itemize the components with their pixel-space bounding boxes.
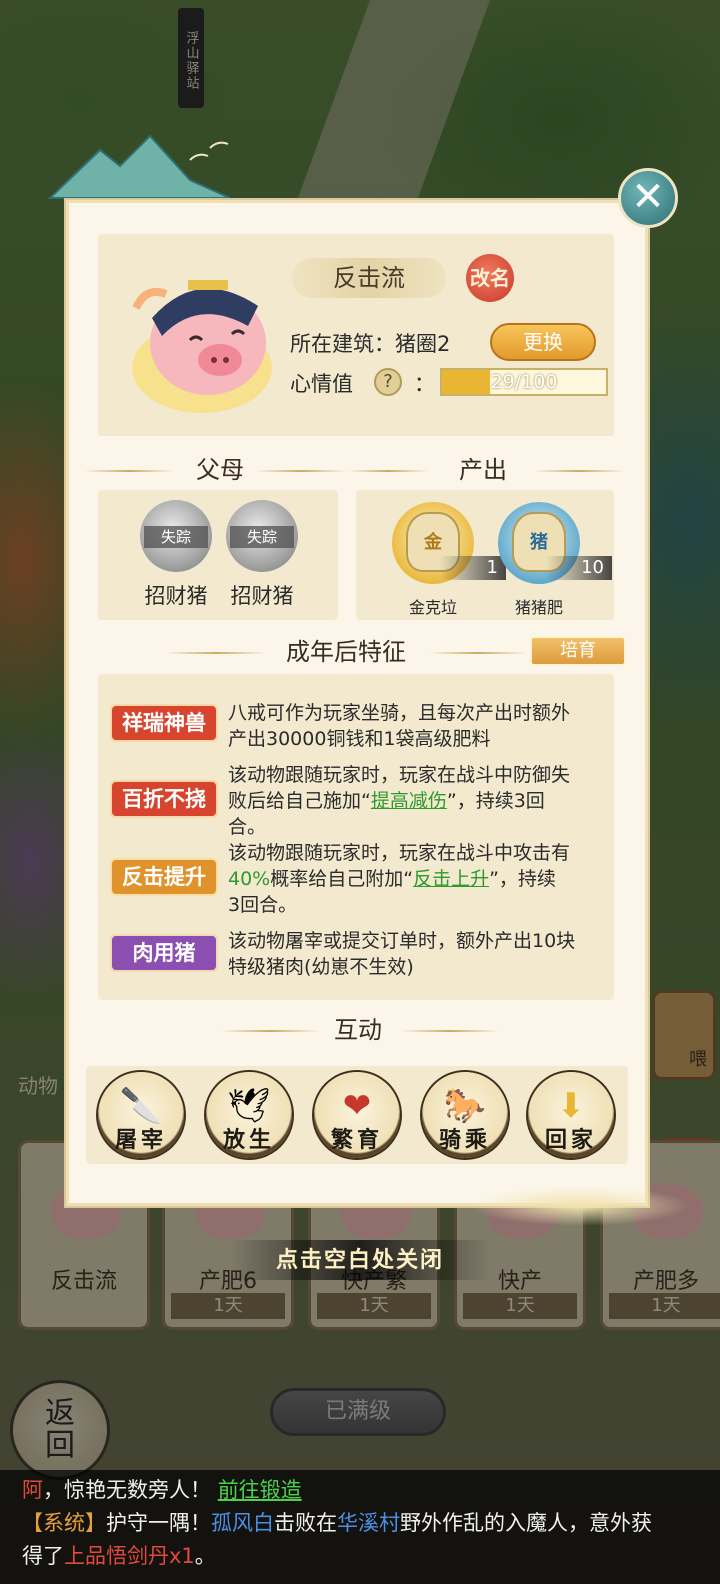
trait-desc-counter: 该动物跟随玩家时，玩家在战斗中攻击有 40%概率给自己附加“反击上升”，持续 3… bbox=[228, 842, 571, 916]
buff-link-damage-reduction[interactable]: 提高减伤 bbox=[371, 790, 447, 812]
mountain-deco-icon bbox=[47, 134, 231, 199]
chat-log[interactable]: 阿，惊艳无数旁人！ 前往锻造 【系统】护守一隅！孤风白击败在华溪村野外作乱的入魔… bbox=[0, 1470, 720, 1584]
trait-badge-auspicious: 祥瑞神兽 bbox=[110, 704, 218, 742]
buff-link-counter-up[interactable]: 反击上升 bbox=[413, 868, 489, 890]
gold-bag-icon: 金 1 bbox=[392, 502, 506, 584]
hearts-icon: ❤ bbox=[342, 1086, 372, 1126]
bird-icon: 🕊 bbox=[227, 1086, 271, 1126]
parent-avatar-icon: 失踪 bbox=[140, 500, 212, 572]
trait-badge-resilient: 百折不挠 bbox=[110, 780, 218, 818]
home-arrow-icon: ⬇ bbox=[556, 1086, 586, 1126]
output-item-fertilizer[interactable]: 猪 10 猪猪肥 bbox=[484, 502, 612, 618]
slaughter-button[interactable]: 🔪 屠宰 bbox=[98, 1072, 184, 1158]
output-qty: 10 bbox=[546, 556, 612, 580]
place-name-link[interactable]: 华溪村 bbox=[337, 1511, 400, 1535]
pig-avatar-icon bbox=[132, 280, 272, 413]
swap-building-button[interactable]: 更换 bbox=[490, 323, 596, 361]
player-name-link[interactable]: 孤风白 bbox=[211, 1511, 274, 1535]
fertilizer-bag-icon: 猪 10 bbox=[498, 502, 612, 584]
close-icon[interactable]: ✕ bbox=[618, 168, 678, 228]
parents-panel bbox=[98, 490, 338, 620]
traits-title: 成年后特征 bbox=[286, 638, 406, 666]
missing-badge: 失踪 bbox=[230, 526, 294, 548]
output-name: 金克垃 bbox=[408, 598, 457, 617]
help-icon[interactable]: ? bbox=[374, 368, 402, 396]
action-label: 回家 bbox=[544, 1127, 597, 1153]
action-label: 放生 bbox=[222, 1127, 275, 1153]
output-title: 产出 bbox=[459, 456, 507, 484]
parent-2[interactable]: 失踪 招财猪 bbox=[222, 500, 302, 610]
divider-line bbox=[428, 652, 528, 654]
chat-line-1: 阿，惊艳无数旁人！ 前往锻造 bbox=[22, 1478, 302, 1502]
trait-badge-counter: 反击提升 bbox=[110, 858, 218, 896]
action-label: 屠宰 bbox=[114, 1127, 167, 1153]
divider-line bbox=[84, 470, 174, 472]
mood-label: 心情值 bbox=[290, 372, 353, 396]
divider-line bbox=[348, 470, 428, 472]
release-button[interactable]: 🕊 放生 bbox=[206, 1072, 292, 1158]
divider-line bbox=[166, 652, 266, 654]
action-label: 繁育 bbox=[330, 1127, 383, 1153]
chat-line-3: 得了上品悟剑丹x1。 bbox=[22, 1544, 216, 1568]
go-forge-link[interactable]: 前往锻造 bbox=[218, 1478, 302, 1502]
output-name: 猪猪肥 bbox=[514, 598, 563, 617]
divider-line bbox=[400, 1030, 500, 1032]
parent-name: 招财猪 bbox=[230, 584, 294, 608]
ride-button[interactable]: 🐎 骑乘 bbox=[422, 1072, 508, 1158]
mood-progress-text: 29/100 bbox=[490, 371, 558, 393]
chat-line-2: 【系统】护守一隅！孤风白击败在华溪村野外作乱的入魔人，意外获 bbox=[22, 1511, 652, 1535]
parent-name: 招财猪 bbox=[144, 584, 208, 608]
cloud-deco-icon bbox=[470, 1186, 690, 1226]
divider-line bbox=[534, 470, 624, 472]
trait-desc-meat: 该动物屠宰或提交订单时，额外产出10块 特级猪肉(幼崽不生效) bbox=[228, 930, 576, 978]
rename-button[interactable]: 改名 bbox=[466, 254, 514, 302]
saddle-icon: 🐎 bbox=[443, 1086, 487, 1126]
action-label: 骑乘 bbox=[438, 1127, 491, 1153]
divider-line bbox=[256, 470, 346, 472]
breed-button[interactable]: ❤ 繁育 bbox=[314, 1072, 400, 1158]
cleaver-icon: 🔪 bbox=[119, 1086, 163, 1126]
trait-desc-resilient: 该动物跟随玩家时，玩家在战斗中防御失 败后给自己施加“提高减伤”，持续3回 合。 bbox=[228, 764, 571, 838]
pet-name-plate: 反击流 bbox=[292, 258, 446, 298]
item-link[interactable]: 上品悟剑丹x1 bbox=[64, 1544, 195, 1568]
trait-badge-meat: 肉用猪 bbox=[110, 934, 218, 972]
building-label: 所在建筑：猪圈2 bbox=[290, 332, 451, 356]
parent-avatar-icon: 失踪 bbox=[226, 500, 298, 572]
output-item-gold[interactable]: 金 1 金克垃 bbox=[378, 502, 506, 618]
divider-line bbox=[220, 1030, 320, 1032]
mood-progress-bar: 29/100 bbox=[440, 368, 608, 396]
trait-desc-auspicious: 八戒可作为玩家坐骑，且每次产出时额外 产出30000铜钱和1袋高级肥料 bbox=[228, 702, 571, 750]
interact-title: 互动 bbox=[334, 1016, 382, 1044]
parent-1[interactable]: 失踪 招财猪 bbox=[136, 500, 216, 610]
go-home-button[interactable]: ⬇ 回家 bbox=[528, 1072, 614, 1158]
tap-to-close-hint: 点击空白处关闭 bbox=[230, 1240, 490, 1280]
cultivate-button[interactable]: 培育 bbox=[530, 636, 626, 666]
missing-badge: 失踪 bbox=[144, 526, 208, 548]
parents-title: 父母 bbox=[196, 456, 244, 484]
mood-colon: ： bbox=[414, 372, 435, 396]
